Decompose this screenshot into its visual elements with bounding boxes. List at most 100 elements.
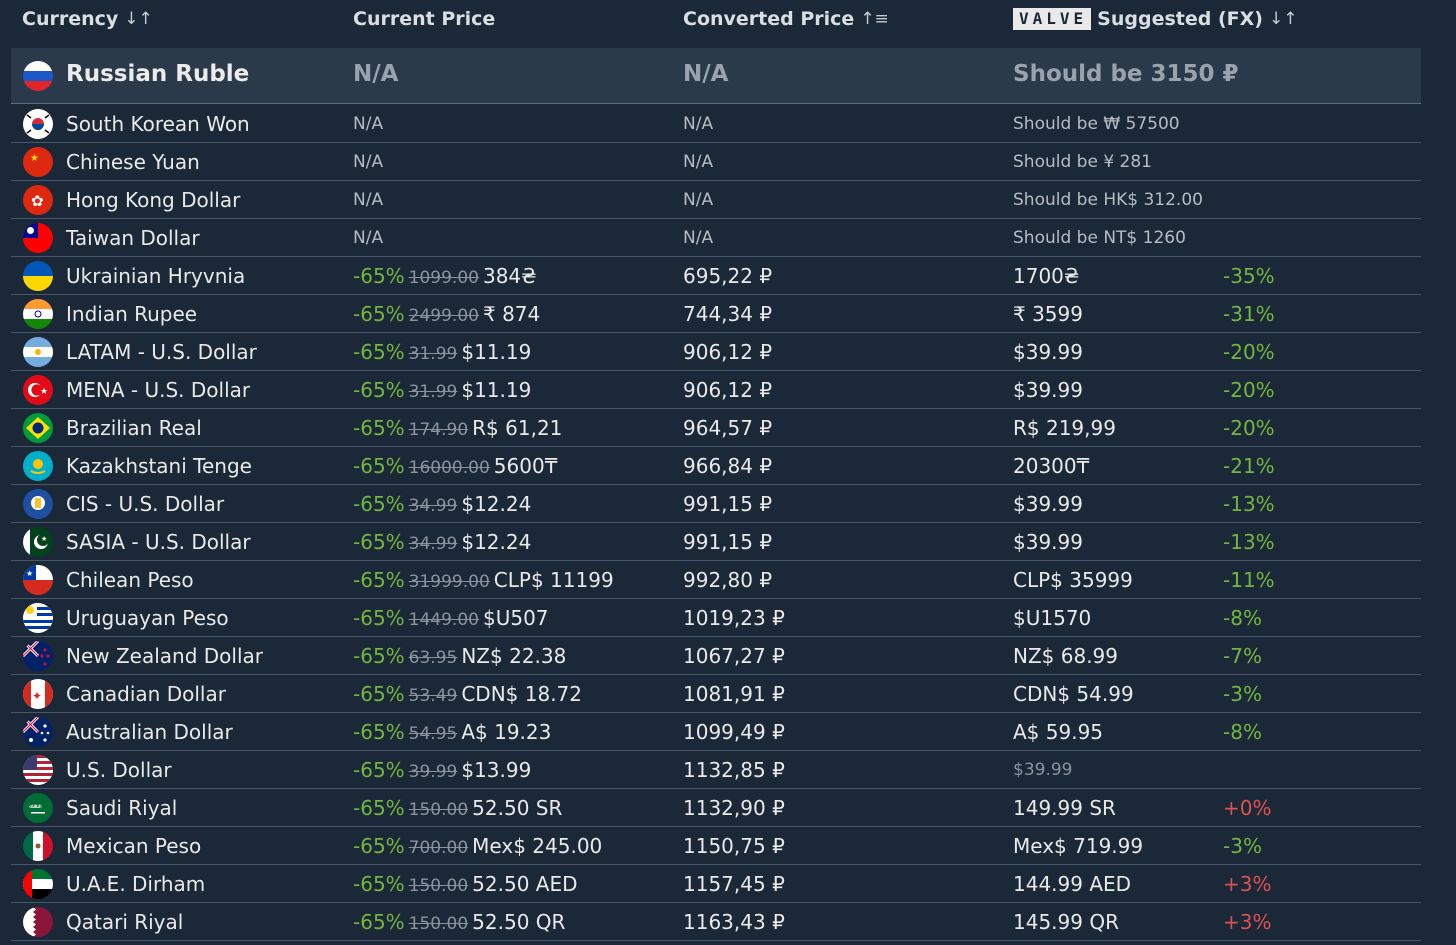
- header-currency[interactable]: Currency ↓↑: [22, 8, 153, 30]
- suggested-price: NZ$ 68.99: [1013, 644, 1118, 668]
- currency-name: SASIA - U.S. Dollar: [66, 530, 251, 554]
- converted-price: N/A: [683, 152, 714, 172]
- us-flag-icon: [23, 755, 53, 785]
- featured-current-price: N/A: [353, 61, 399, 87]
- featured-row-russian-ruble[interactable]: Russian Ruble N/A N/A Should be 3150 ₽: [11, 48, 1421, 104]
- price-difference: -8%: [1223, 606, 1262, 630]
- price-comparison-page: Currency ↓↑ Current Price Converted Pric…: [0, 0, 1456, 945]
- suggested-price: 20300₸: [1013, 454, 1090, 478]
- converted-price: N/A: [683, 114, 714, 134]
- discount-badge: -65%: [353, 644, 405, 668]
- table-row[interactable]: ★ Chinese Yuan N/A N/A Should be ¥ 281: [11, 143, 1421, 181]
- discount-badge: -65%: [353, 454, 405, 478]
- original-price: 53.49: [408, 686, 458, 706]
- converted-price: 1019,23 ₽: [683, 606, 785, 630]
- discount-badge: -65%: [353, 720, 405, 744]
- header-converted-price[interactable]: Converted Price ↑≡: [683, 8, 889, 30]
- suggested-price: $39.99: [1013, 760, 1073, 780]
- currency-name: Chinese Yuan: [66, 150, 200, 174]
- suggested-price: 144.99 AED: [1013, 872, 1132, 896]
- original-price: 31999.00: [408, 572, 490, 592]
- table-row[interactable]: U.A.E. Dirham +3% -65% 150.00 52.50 AED 1157,…: [11, 865, 1421, 903]
- table-row[interactable]: New Zealand Dollar -7% -65% 63.95 NZ$ 22.38 1…: [11, 637, 1421, 675]
- table-row[interactable]: South Korean Won N/A N/A Should be ₩ 57500: [11, 105, 1421, 143]
- sort-icon[interactable]: ↓↑: [124, 9, 153, 29]
- table-row[interactable]: Brazilian Real -20% -65% 174.90 R$ 61,21 964,…: [11, 409, 1421, 447]
- sale-price: 52.50 QR: [472, 910, 566, 934]
- converted-price: 966,84 ₽: [683, 454, 773, 478]
- original-price: 16000.00: [408, 458, 490, 478]
- sale-price: 52.50 AED: [472, 872, 578, 896]
- converted-price: 964,57 ₽: [683, 416, 773, 440]
- converted-price: 1150,75 ₽: [683, 834, 785, 858]
- suggested-price: $39.99: [1013, 530, 1083, 554]
- currency-name: Qatari Riyal: [66, 910, 184, 934]
- current-price: -65% 34.99 $12.24: [353, 530, 531, 554]
- header-suggested[interactable]: VALVE Suggested (FX) ↓↑: [1013, 8, 1297, 30]
- price-difference: -7%: [1223, 644, 1262, 668]
- au-flag-icon: [23, 717, 53, 747]
- discount-badge: -65%: [353, 492, 405, 516]
- header-current-price-label: Current Price: [353, 8, 496, 30]
- current-price: -65% 150.00 52.50 QR: [353, 910, 565, 934]
- sale-price: NZ$ 22.38: [461, 644, 567, 668]
- converted-price: 1163,43 ₽: [683, 910, 785, 934]
- price-difference: -3%: [1223, 834, 1262, 858]
- table-row[interactable]: ✿ Hong Kong Dollar N/A N/A Should be HK$ 312…: [11, 181, 1421, 219]
- table-row[interactable]: Mexican Peso -3% -65% 700.00 Mex$ 245.00 1150…: [11, 827, 1421, 865]
- cl-flag-icon: ★: [23, 565, 53, 595]
- sale-price: $12.24: [461, 492, 532, 516]
- currency-name: Hong Kong Dollar: [66, 188, 241, 212]
- header-current-price[interactable]: Current Price: [353, 8, 495, 30]
- price-difference: -13%: [1223, 530, 1275, 554]
- table-row[interactable]: Uruguayan Peso -8% -65% 1449.00 $U507 1019,23…: [11, 599, 1421, 637]
- table-row[interactable]: Kazakhstani Tenge -21% -65% 16000.00 5600₸ 96…: [11, 447, 1421, 485]
- current-price: -65% 31.99 $11.19: [353, 378, 531, 402]
- converted-price: 906,12 ₽: [683, 378, 773, 402]
- current-price: N/A: [353, 152, 384, 172]
- discount-badge: -65%: [353, 378, 405, 402]
- original-price: 39.99: [408, 762, 458, 782]
- table-row[interactable]: ★ Chilean Peso -11% -65% 31999.00 CLP$ 11199 9…: [11, 561, 1421, 599]
- sale-price: 52.50 SR: [472, 796, 563, 820]
- table-row[interactable]: LATAM - U.S. Dollar -20% -65% 31.99 $11.19 90…: [11, 333, 1421, 371]
- current-price: -65% 31999.00 CLP$ 11199: [353, 568, 614, 592]
- sort-icon[interactable]: ↓↑: [1269, 9, 1298, 29]
- current-price: -65% 2499.00 ₹ 874: [353, 302, 540, 326]
- discount-badge: -65%: [353, 568, 405, 592]
- current-price: -65% 174.90 R$ 61,21: [353, 416, 562, 440]
- discount-badge: -65%: [353, 264, 405, 288]
- table-row[interactable]: Australian Dollar -8% -65% 54.95 A$ 19.23 109…: [11, 713, 1421, 751]
- suggested-price: $39.99: [1013, 492, 1083, 516]
- sale-price: CDN$ 18.72: [461, 682, 583, 706]
- sa-flag-icon: ﷲ ﷲ: [23, 793, 53, 823]
- table-row[interactable]: Qatari Riyal +3% -65% 150.00 52.50 QR 1163,43…: [11, 903, 1421, 941]
- table-row[interactable]: Ukrainian Hryvnia -35% -65% 1099.00 384₴ 695,…: [11, 257, 1421, 295]
- nz-flag-icon: [23, 641, 53, 671]
- discount-badge: -65%: [353, 530, 405, 554]
- currency-name: Taiwan Dollar: [66, 226, 200, 250]
- svg-text:★: ★: [40, 387, 48, 397]
- original-price: 54.95: [408, 724, 458, 744]
- current-price: N/A: [353, 228, 384, 248]
- svg-text:★: ★: [26, 569, 33, 578]
- table-row[interactable]: ★ MENA - U.S. Dollar -20% -65% 31.99 $11.19 90…: [11, 371, 1421, 409]
- table-row[interactable]: CIS - U.S. Dollar -13% -65% 34.99 $12.24 991,…: [11, 485, 1421, 523]
- table-row[interactable]: ﷲ ﷲ Saudi Riyal +0% -65% 150.00 52.50 SR 1132,…: [11, 789, 1421, 827]
- discount-badge: -65%: [353, 340, 405, 364]
- sort-ascending-icon[interactable]: ↑≡: [860, 9, 889, 29]
- header-converted-price-label: Converted Price: [683, 8, 855, 30]
- current-price: N/A: [353, 114, 384, 134]
- table-row[interactable]: ✦ Canadian Dollar -3% -65% 53.49 CDN$ 18.72 10…: [11, 675, 1421, 713]
- br-flag-icon: [23, 413, 53, 443]
- currency-name: Indian Rupee: [66, 302, 198, 326]
- table-row[interactable]: Taiwan Dollar N/A N/A Should be NT$ 1260: [11, 219, 1421, 257]
- table-row[interactable]: U.S. Dollar -65% 39.99 $13.99 1132,85 ₽ $39.9…: [11, 751, 1421, 789]
- sale-price: Mex$ 245.00: [472, 834, 603, 858]
- discount-badge: -65%: [353, 416, 405, 440]
- sale-price: 5600₸: [493, 454, 558, 478]
- table-row[interactable]: Indian Rupee -31% -65% 2499.00 ₹ 874 744,34 ₽…: [11, 295, 1421, 333]
- table-row[interactable]: ★ SASIA - U.S. Dollar -13% -65% 34.99 $12.24 9…: [11, 523, 1421, 561]
- currency-name: U.A.E. Dirham: [66, 872, 206, 896]
- original-price: 31.99: [408, 382, 458, 402]
